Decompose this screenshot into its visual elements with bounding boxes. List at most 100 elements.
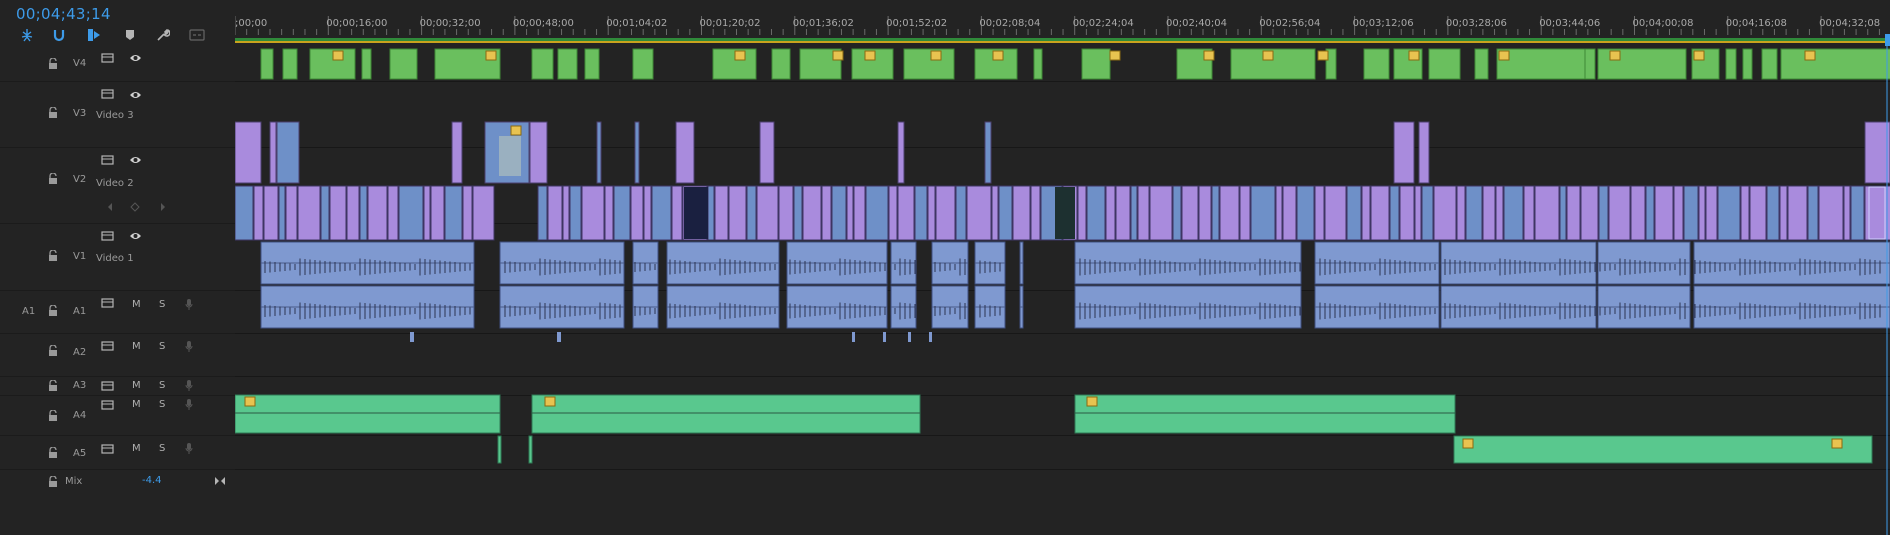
v1-clip (253, 185, 264, 241)
lock-icon[interactable] (46, 446, 60, 460)
v2-clip (1393, 121, 1415, 184)
mix-volume-value[interactable]: -4.4 (142, 475, 162, 486)
toggle-sync-lock-icon[interactable] (100, 442, 114, 456)
microphone-icon[interactable] (182, 397, 196, 411)
v1-clip (1346, 185, 1362, 241)
lock-icon[interactable] (46, 379, 60, 393)
snap-icon[interactable] (19, 27, 35, 43)
lock-icon[interactable] (46, 106, 60, 120)
v1-clip (1787, 185, 1808, 241)
time-ruler[interactable]: ;00;00 00;00;16;00 00;00;32;00 00;00;48;00 0… (235, 0, 1890, 47)
v1-clip (398, 185, 424, 241)
toggle-sync-lock-icon[interactable] (100, 153, 114, 167)
v1-clip (1683, 185, 1699, 241)
lock-icon[interactable] (46, 249, 60, 263)
marker-icon[interactable] (122, 27, 138, 43)
toggle-sync-lock-icon[interactable] (100, 339, 114, 353)
eye-icon[interactable] (128, 229, 142, 243)
v1-clip (746, 185, 757, 241)
go-to-end-icon[interactable] (213, 474, 227, 488)
v1-clip (1282, 185, 1297, 241)
solo-button[interactable]: S (159, 341, 165, 352)
v1-clip (1361, 185, 1371, 241)
mute-button[interactable]: M (132, 341, 141, 352)
lock-icon[interactable] (46, 304, 60, 318)
captions-icon[interactable] (189, 27, 205, 43)
fx-badge (864, 50, 876, 61)
eye-icon[interactable] (128, 88, 142, 102)
prev-keyframe-icon[interactable] (103, 200, 117, 214)
solo-button[interactable]: S (159, 380, 165, 391)
ruler-tick-label: ;00;00 (235, 18, 268, 29)
linked-selection-icon[interactable] (51, 27, 67, 43)
v1-clip (1523, 185, 1535, 241)
mute-button[interactable]: M (132, 443, 141, 454)
v2-clip (634, 121, 640, 184)
next-keyframe-icon[interactable] (156, 200, 170, 214)
mute-button[interactable]: M (132, 399, 141, 410)
v2-clip (759, 121, 775, 184)
eye-icon[interactable] (128, 51, 142, 65)
v1-clip (1456, 185, 1466, 241)
source-patch[interactable]: A1 (22, 306, 35, 317)
ruler-tick-label: 00;01;52;02 (886, 18, 948, 29)
v4-clip (1780, 48, 1890, 80)
toggle-sync-lock-icon[interactable] (100, 51, 114, 65)
v1-clip (1645, 185, 1655, 241)
mute-button[interactable]: M (132, 299, 141, 310)
v1-clip (935, 185, 956, 241)
toggle-sync-lock-icon[interactable] (100, 379, 114, 393)
v1-clip (1843, 185, 1851, 241)
solo-button[interactable]: S (159, 443, 165, 454)
v1-clip (1717, 185, 1741, 241)
v1-clip (756, 185, 779, 241)
wrench-icon[interactable] (155, 27, 171, 43)
track-id: A5 (73, 448, 87, 459)
toggle-sync-lock-icon[interactable] (100, 398, 114, 412)
v1-clip (831, 185, 847, 241)
v1-clip (802, 185, 822, 241)
microphone-icon[interactable] (182, 339, 196, 353)
solo-button[interactable]: S (159, 399, 165, 410)
v4-clip (1033, 48, 1043, 80)
lock-icon[interactable] (46, 409, 60, 423)
fx-badge (1804, 50, 1816, 61)
toggle-sync-lock-icon[interactable] (100, 296, 114, 310)
add-keyframe-icon[interactable] (128, 200, 142, 214)
v4-clip (1742, 48, 1753, 80)
v1-selected-clip (1868, 186, 1886, 240)
fx-badge (1317, 50, 1329, 61)
fx-badge (332, 50, 344, 61)
toggle-sync-lock-icon[interactable] (100, 87, 114, 101)
eye-icon[interactable] (128, 153, 142, 167)
lock-icon[interactable] (46, 475, 60, 489)
track-id: A3 (73, 380, 87, 391)
ruler-tick-label: 00;03;28;06 (1445, 18, 1507, 29)
track-header-a4: A4 M S (0, 396, 235, 436)
v4-clip (260, 48, 274, 80)
track-area[interactable] (235, 46, 1890, 535)
microphone-icon[interactable] (182, 297, 196, 311)
lock-icon[interactable] (46, 172, 60, 186)
microphone-icon[interactable] (182, 441, 196, 455)
toggle-sync-lock-icon[interactable] (100, 229, 114, 243)
insert-overwrite-icon[interactable] (86, 27, 102, 43)
lock-icon[interactable] (46, 57, 60, 71)
a3-clip (557, 332, 561, 342)
v2-clip (984, 121, 992, 184)
solo-button[interactable]: S (159, 299, 165, 310)
fx-badge (992, 50, 1004, 61)
v1-clip (604, 185, 614, 241)
a3-clip (908, 332, 911, 342)
v1-clip (1389, 185, 1400, 241)
microphone-icon[interactable] (182, 378, 196, 392)
track-separator (235, 469, 1890, 470)
ruler-tick-label: 00;00;16;00 (326, 18, 388, 29)
v4-clip (1474, 48, 1489, 80)
playhead-timecode[interactable]: 00;04;43;14 (16, 5, 111, 23)
mute-button[interactable]: M (132, 380, 141, 391)
audio-fx-badge (1086, 396, 1098, 407)
track-header-v3: V3 Video 3 (0, 82, 235, 148)
lock-icon[interactable] (46, 344, 60, 358)
v2-clip (451, 121, 463, 184)
